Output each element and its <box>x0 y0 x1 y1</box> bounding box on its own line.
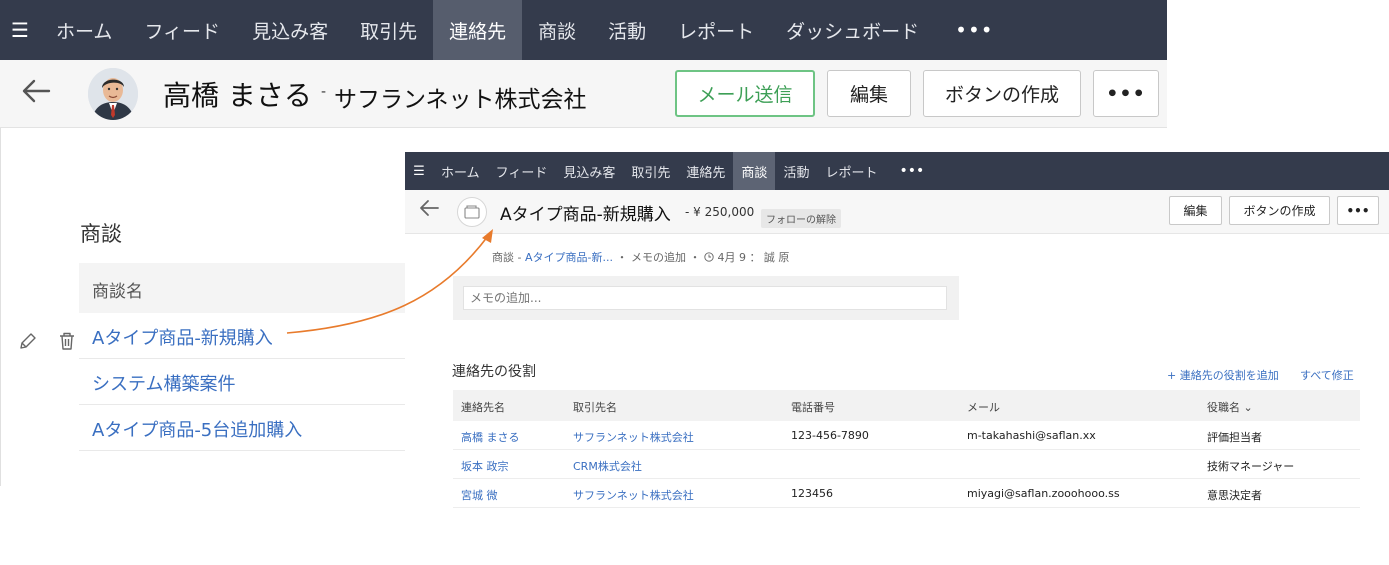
deals-table-header: 商談名 <box>79 263 405 313</box>
phone-cell: 123456 <box>791 487 833 500</box>
deal-top-navigation-bar: ☰ ホーム フィード 見込み客 取引先 連絡先 商談 活動 レポート ••• <box>405 152 1389 190</box>
contact-link[interactable]: 坂本 政宗 <box>461 458 509 474</box>
title-separator: - <box>321 84 327 100</box>
nav-accounts[interactable]: 取引先 <box>623 152 678 190</box>
nav-accounts[interactable]: 取引先 <box>344 0 433 60</box>
contact-name: 高橋 まさる <box>163 79 312 112</box>
deal-detail-window: ☰ ホーム フィード 見込み客 取引先 連絡先 商談 活動 レポート ••• A… <box>405 152 1389 522</box>
memo-container <box>453 276 959 320</box>
create-button-button[interactable]: ボタンの作成 <box>1229 196 1330 225</box>
deal-wallet-icon <box>457 197 487 227</box>
deal-row[interactable]: Aタイプ商品-5台追加購入 <box>79 405 405 451</box>
nav-deals[interactable]: 商談 <box>733 152 776 190</box>
pencil-edit-icon[interactable] <box>18 331 38 356</box>
email-cell: m-takahashi@saflan.xx <box>967 429 1096 442</box>
nav-home[interactable]: ホーム <box>40 0 128 60</box>
deal-title: Aタイプ商品-新規購入 <box>500 205 671 225</box>
nav-reports[interactable]: レポート <box>817 152 885 190</box>
edit-all-link[interactable]: すべて修正 <box>1300 367 1354 383</box>
record-breadcrumb: 商談 - Aタイプ商品-新... ・ メモの追加 ・ 4月 9 ： 誠 原 <box>492 249 789 265</box>
deal-row[interactable]: システム構築案件 <box>79 359 405 405</box>
contact-record-header: 高橋 まさる - サフランネット株式会社 メール送信 編集 ボタンの作成 ••• <box>0 60 1167 128</box>
contact-link[interactable]: 高橋 まさる <box>461 429 520 445</box>
nav-leads[interactable]: 見込み客 <box>236 0 344 60</box>
nav-deals[interactable]: 商談 <box>522 0 592 60</box>
deal-amount: - ¥ 250,000 <box>685 205 755 219</box>
more-options-button[interactable]: ••• <box>1337 196 1379 225</box>
contact-company[interactable]: サフランネット株式会社 <box>334 80 587 114</box>
nav-dashboards[interactable]: ダッシュボード <box>770 0 935 60</box>
deal-record-header: Aタイプ商品-新規購入 - ¥ 250,000 フォローの解除 編集 ボタンの作… <box>405 190 1389 234</box>
nav-reports[interactable]: レポート <box>662 0 770 60</box>
deal-name-column-header: 商談名 <box>92 282 143 302</box>
deal-link[interactable]: Aタイプ商品-5台追加購入 <box>92 416 302 442</box>
role-cell: 技術マネージャー <box>1207 460 1295 473</box>
table-row: 坂本 政宗 CRM株式会社 技術マネージャー <box>453 450 1360 479</box>
top-navigation-bar: ☰ ホーム フィード 見込み客 取引先 連絡先 商談 活動 レポート ダッシュボ… <box>0 0 1167 60</box>
column-header-phone: 電話番号 <box>791 401 835 414</box>
contact-roles-title: 連絡先の役割 <box>452 364 536 380</box>
trash-delete-icon[interactable] <box>58 331 76 356</box>
nav-contacts[interactable]: 連絡先 <box>678 152 733 190</box>
breadcrumb-date-owner: 4月 9 ： 誠 原 <box>713 251 790 264</box>
send-mail-button[interactable]: メール送信 <box>675 70 815 117</box>
back-arrow-icon[interactable] <box>20 76 54 106</box>
breadcrumb-memo-add[interactable]: メモの追加 <box>631 251 686 264</box>
edit-button[interactable]: 編集 <box>1169 196 1222 225</box>
unfollow-badge[interactable]: フォローの解除 <box>761 209 841 228</box>
more-options-button[interactable]: ••• <box>1093 70 1159 117</box>
contact-link[interactable]: 宮城 微 <box>461 487 498 503</box>
breadcrumb-separator: ・ <box>685 251 704 264</box>
role-cell: 意思決定者 <box>1207 489 1262 502</box>
nav-feed[interactable]: フィード <box>128 0 236 60</box>
deal-link[interactable]: システム構築案件 <box>92 370 235 396</box>
edit-button[interactable]: 編集 <box>827 70 911 117</box>
deal-link[interactable]: Aタイプ商品-新規購入 <box>92 324 273 350</box>
column-header-account: 取引先名 <box>573 401 617 414</box>
breadcrumb-record-link[interactable]: Aタイプ商品-新... <box>525 251 613 264</box>
table-row: 宮城 微 サフランネット株式会社 123456 miyagi@saflan.zo… <box>453 479 1360 508</box>
memo-input[interactable] <box>463 286 947 310</box>
avatar <box>88 68 138 120</box>
nav-more-icon[interactable]: ••• <box>935 18 1013 42</box>
breadcrumb-separator: ・ <box>612 251 631 264</box>
nav-home[interactable]: ホーム <box>433 152 488 190</box>
account-link[interactable]: サフランネット株式会社 <box>573 429 694 445</box>
create-button-button[interactable]: ボタンの作成 <box>923 70 1081 117</box>
contact-roles-table-header: 連絡先名 取引先名 電話番号 メール 役職名 ⌄ <box>453 390 1360 421</box>
nav-contacts[interactable]: 連絡先 <box>433 0 523 60</box>
nav-activities[interactable]: 活動 <box>592 0 662 60</box>
panel-divider <box>0 128 1 486</box>
back-arrow-icon[interactable] <box>418 198 440 223</box>
account-link[interactable]: CRM株式会社 <box>573 458 642 474</box>
deal-row[interactable]: Aタイプ商品-新規購入 <box>79 313 405 359</box>
nav-more-icon[interactable]: ••• <box>885 163 938 179</box>
hamburger-menu-icon[interactable]: ☰ <box>0 0 40 60</box>
email-cell: miyagi@saflan.zooohooo.ss <box>967 487 1120 500</box>
phone-cell: 123-456-7890 <box>791 429 869 442</box>
column-header-email: メール <box>967 401 1000 414</box>
hamburger-menu-icon[interactable]: ☰ <box>405 152 433 190</box>
table-row: 高橋 まさる サフランネット株式会社 123-456-7890 m-takaha… <box>453 421 1360 450</box>
breadcrumb-module: 商談 - <box>492 251 525 264</box>
role-cell: 評価担当者 <box>1207 431 1262 444</box>
clock-icon <box>704 251 714 264</box>
account-link[interactable]: サフランネット株式会社 <box>573 487 694 503</box>
column-header-contact: 連絡先名 <box>461 401 505 414</box>
nav-feed[interactable]: フィード <box>488 152 556 190</box>
nav-activities[interactable]: 活動 <box>775 152 817 190</box>
add-contact-role-link[interactable]: + 連絡先の役割を追加 <box>1167 367 1279 383</box>
nav-leads[interactable]: 見込み客 <box>555 152 623 190</box>
column-header-role-sort[interactable]: 役職名 ⌄ <box>1207 399 1253 415</box>
deals-section-title: 商談 <box>80 222 122 246</box>
